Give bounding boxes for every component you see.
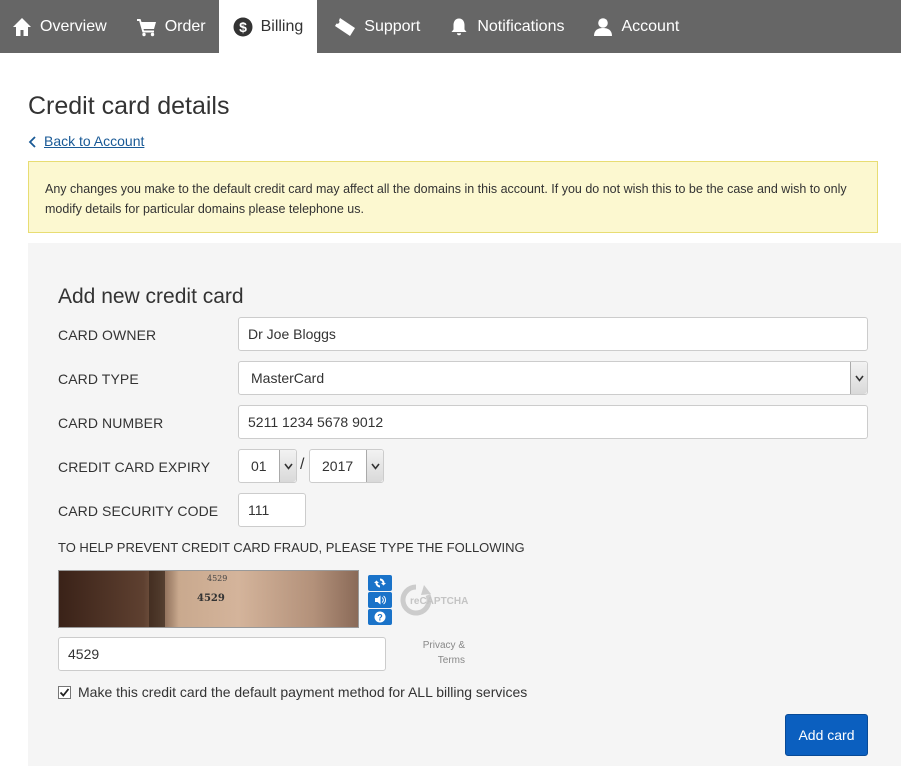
- card-type-value: MasterCard: [251, 370, 325, 386]
- default-payment-row: Make this credit card the default paymen…: [58, 684, 527, 700]
- expiry-label: CREDIT CARD EXPIRY: [58, 459, 211, 475]
- card-owner-label: CARD OWNER: [58, 327, 157, 343]
- dollar-icon: $: [233, 17, 253, 37]
- notice-text: Any changes you make to the default cred…: [45, 182, 847, 216]
- bell-icon: [449, 17, 469, 37]
- recaptcha-logo: reCAPTCHA: [400, 581, 474, 619]
- nav-item-label: Overview: [40, 17, 107, 35]
- top-nav: Overview Order $ Billing Support Notific…: [0, 0, 901, 53]
- nav-item-label: Billing: [260, 17, 304, 35]
- svg-text:$: $: [239, 19, 247, 35]
- card-type-label: CARD TYPE: [58, 371, 139, 387]
- captcha-refresh-icon[interactable]: [368, 575, 392, 591]
- expiry-month-select[interactable]: 01: [238, 449, 297, 483]
- default-payment-label[interactable]: Make this credit card the default paymen…: [78, 684, 527, 700]
- captcha-help-icon[interactable]: ?: [368, 609, 392, 625]
- privacy-line-1[interactable]: Privacy &: [413, 638, 465, 653]
- nav-item-support[interactable]: Support: [317, 0, 433, 53]
- nav-item-label: Order: [164, 17, 206, 35]
- chevron-left-icon: [28, 135, 38, 148]
- card-owner-value: Dr Joe Bloggs: [248, 326, 336, 342]
- card-number-label: CARD NUMBER: [58, 415, 164, 431]
- nav-item-overview[interactable]: Overview: [0, 0, 120, 53]
- privacy-line-2[interactable]: Terms: [413, 653, 465, 668]
- notice-banner: Any changes you make to the default cred…: [28, 161, 878, 233]
- security-code-label: CARD SECURITY CODE: [58, 503, 219, 519]
- card-owner-input[interactable]: Dr Joe Bloggs: [238, 317, 868, 351]
- form-title: Add new credit card: [58, 285, 244, 308]
- chevron-down-icon[interactable]: [366, 450, 383, 482]
- privacy-terms-link[interactable]: Privacy & Terms: [413, 638, 465, 668]
- expiry-year-select[interactable]: 2017: [309, 449, 384, 483]
- user-icon: [593, 17, 613, 37]
- captcha-audio-icon[interactable]: [368, 592, 392, 608]
- chevron-down-icon[interactable]: [279, 450, 296, 482]
- nav-item-account[interactable]: Account: [577, 0, 692, 53]
- chevron-down-icon[interactable]: [850, 362, 867, 394]
- expiry-year-value: 2017: [322, 458, 354, 474]
- card-number-value: 5211 1234 5678 9012: [248, 414, 384, 430]
- nav-item-label: Account: [621, 17, 680, 35]
- recaptcha-logo-text: reCAPTCHA: [410, 596, 468, 607]
- page-title: Credit card details: [28, 92, 230, 120]
- nav-item-billing[interactable]: $ Billing: [218, 0, 318, 53]
- security-code-input[interactable]: 111: [238, 493, 306, 527]
- svg-text:?: ?: [377, 612, 383, 622]
- add-card-panel: Add new credit card CARD OWNER Dr Joe Bl…: [28, 243, 901, 766]
- nav-item-order[interactable]: Order: [120, 0, 219, 53]
- card-type-select[interactable]: MasterCard: [238, 361, 868, 395]
- expiry-month-value: 01: [251, 458, 267, 474]
- captcha-image-plant: [149, 571, 165, 627]
- captcha-image-text: 4529: [197, 593, 225, 604]
- nav-item-label: Support: [364, 17, 421, 35]
- add-card-button[interactable]: Add card: [785, 714, 868, 756]
- expiry-separator: /: [300, 456, 305, 473]
- default-payment-checkbox[interactable]: [58, 685, 71, 699]
- captcha-response-value: 4529: [68, 646, 100, 662]
- back-link-label[interactable]: Back to Account: [44, 133, 144, 149]
- captcha-image-number-upper: 4529: [207, 574, 228, 583]
- nav-item-label: Notifications: [477, 17, 565, 35]
- captcha-response-input[interactable]: 4529: [58, 637, 386, 671]
- card-number-input[interactable]: 5211 1234 5678 9012: [238, 405, 868, 439]
- cart-icon: [136, 17, 157, 37]
- nav-item-notifications[interactable]: Notifications: [433, 0, 577, 53]
- fraud-note: TO HELP PREVENT CREDIT CARD FRAUD, PLEAS…: [58, 540, 525, 555]
- checkmark-icon: [59, 687, 70, 697]
- home-icon: [12, 17, 32, 37]
- back-to-account-link[interactable]: Back to Account: [28, 133, 144, 149]
- captcha-image: 4529 4529: [58, 570, 359, 628]
- ticket-icon: [332, 17, 356, 37]
- security-code-value: 111: [248, 502, 270, 518]
